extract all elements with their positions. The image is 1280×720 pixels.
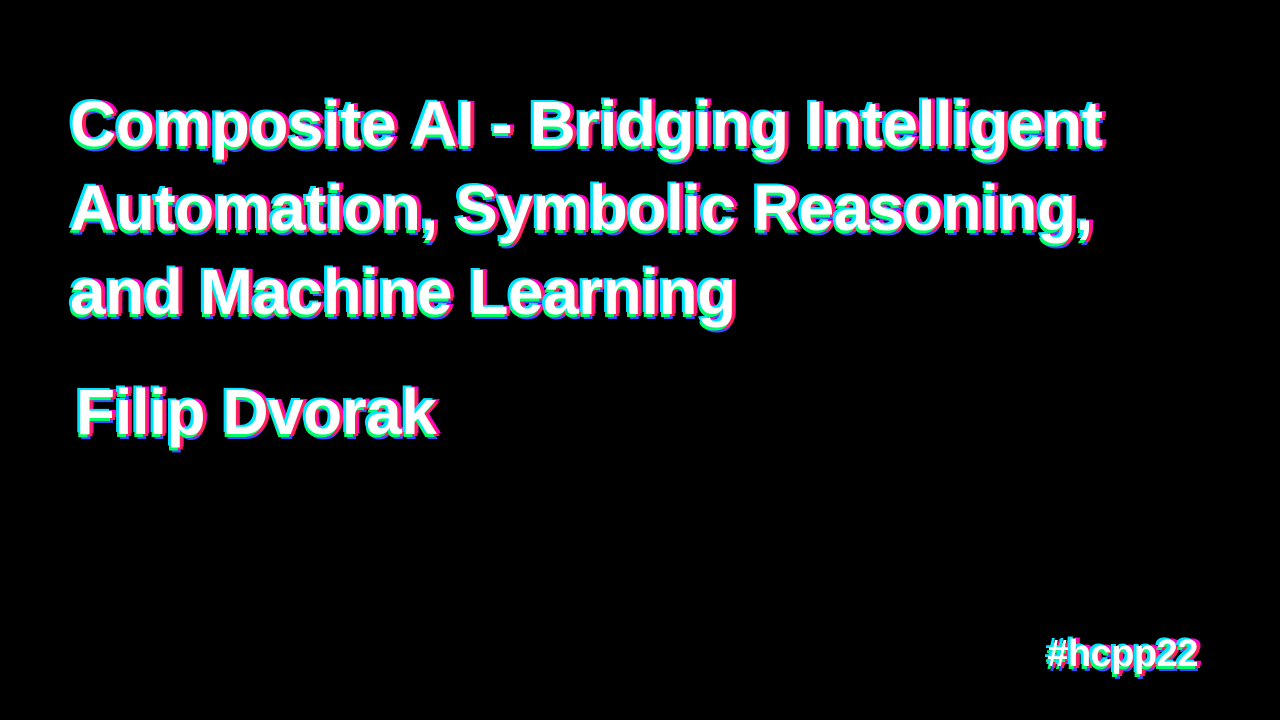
talk-title: Composite AI - Bridging Intelligent Auto… (70, 82, 1220, 334)
talk-title-line-1: Composite AI - Bridging Intelligent (70, 88, 1103, 160)
talk-title-line-3: and Machine Learning (70, 256, 736, 328)
talk-title-line-2: Automation, Symbolic Reasoning, (70, 172, 1093, 244)
title-slide: Composite AI - Bridging Intelligent Auto… (0, 0, 1280, 720)
event-hashtag: #hcpp22 (1047, 633, 1198, 675)
speaker-name: Filip Dvorak (76, 376, 437, 448)
